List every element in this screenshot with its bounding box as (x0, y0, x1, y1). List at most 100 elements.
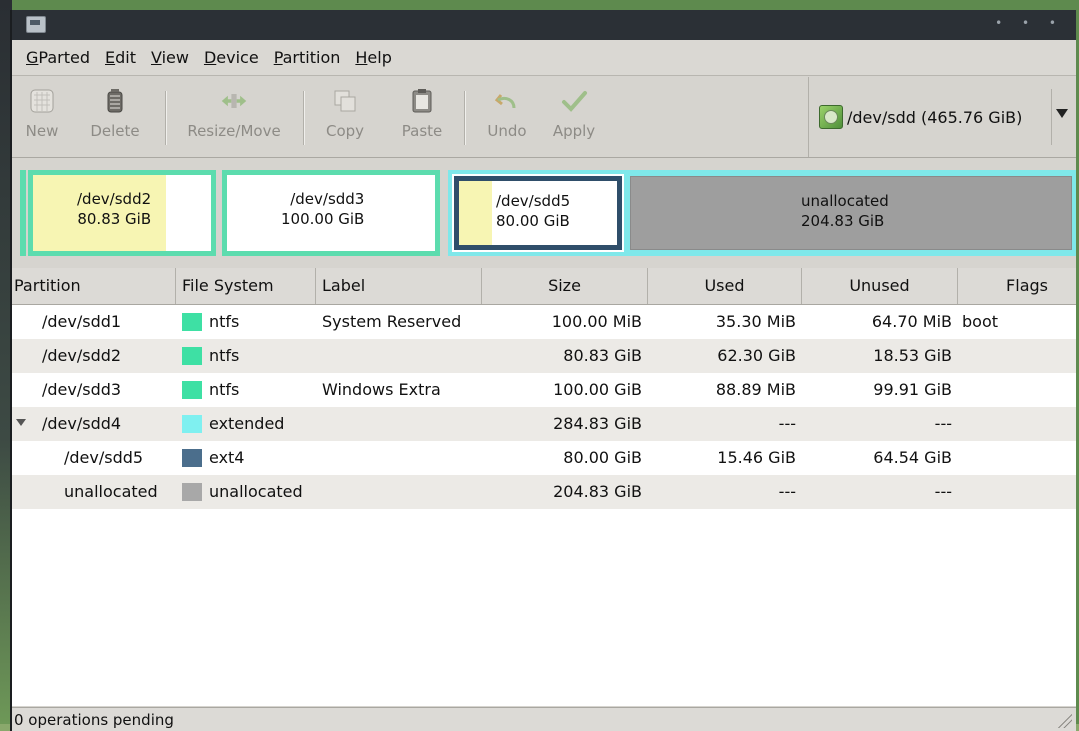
menu-view[interactable]: View (151, 48, 189, 67)
partition-block-label: /dev/sdd2 80.83 GiB (77, 190, 152, 228)
cell-unused: 64.54 GiB (873, 448, 952, 467)
gparted-window: • • • GParted Edit View Device Partition… (10, 10, 1076, 731)
cell-label: Windows Extra (322, 380, 441, 399)
table-row[interactable]: /dev/sdd5 ext4 80.00 GiB 15.46 GiB 64.54… (12, 441, 1076, 475)
table-row[interactable]: /dev/sdd2 ntfs 80.83 GiB 62.30 GiB 18.53… (12, 339, 1076, 373)
cell-partition: /dev/sdd5 (64, 448, 144, 467)
column-header-flags[interactable]: Flags (958, 268, 1076, 304)
cell-used: 15.46 GiB (717, 448, 796, 467)
filesystem-color-swatch (182, 415, 202, 433)
partition-block-sdd1[interactable] (20, 170, 26, 256)
cell-partition: /dev/sdd1 (42, 312, 122, 331)
new-partition-icon (28, 87, 56, 115)
cell-filesystem: extended (209, 414, 285, 433)
toolbar-separator (165, 91, 167, 145)
undo-icon (493, 87, 521, 115)
table-row[interactable]: /dev/sdd4 extended 284.83 GiB --- --- (12, 407, 1076, 441)
filesystem-color-swatch (182, 449, 202, 467)
cell-size: 284.83 GiB (553, 414, 642, 433)
cell-filesystem: ntfs (209, 380, 240, 399)
menubar: GParted Edit View Device Partition Help (12, 40, 1076, 76)
status-bar: 0 operations pending (12, 707, 1076, 731)
partition-block-sdd5[interactable]: /dev/sdd5 80.00 GiB (452, 174, 624, 252)
device-label: /dev/sdd (465.76 GiB) (847, 107, 1023, 127)
table-row[interactable]: /dev/sdd3 ntfs Windows Extra 100.00 GiB … (12, 373, 1076, 407)
new-button[interactable]: New (18, 83, 66, 153)
title-bar[interactable]: • • • (12, 10, 1076, 40)
cell-size: 100.00 GiB (553, 380, 642, 399)
partition-block-unallocated[interactable]: unallocated 204.83 GiB (630, 176, 1072, 250)
cell-unused: 64.70 MiB (871, 312, 952, 331)
device-selector[interactable]: /dev/sdd (465.76 GiB) (808, 77, 1076, 157)
partition-table: Partition File System Label Size Used Un… (12, 268, 1076, 706)
filesystem-color-swatch (182, 313, 202, 331)
partition-block-sdd2[interactable]: /dev/sdd2 80.83 GiB (28, 170, 216, 256)
chevron-down-icon[interactable] (1056, 109, 1068, 118)
apply-button[interactable]: Apply (542, 83, 606, 153)
window-controls-icon[interactable]: • • • (995, 16, 1064, 30)
paste-button[interactable]: Paste (390, 83, 454, 153)
menu-device[interactable]: Device (204, 48, 259, 67)
column-header-filesystem[interactable]: File System (176, 268, 316, 304)
table-row[interactable]: unallocated unallocated 204.83 GiB --- -… (12, 475, 1076, 509)
resize-grip-icon[interactable] (1056, 712, 1072, 728)
partition-block-label: /dev/sdd3 100.00 GiB (281, 190, 365, 228)
cell-filesystem: ntfs (209, 346, 240, 365)
table-header: Partition File System Label Size Used Un… (12, 268, 1076, 305)
cell-unused: --- (934, 414, 952, 433)
usage-bar (459, 181, 492, 245)
menu-edit[interactable]: Edit (105, 48, 136, 67)
cell-size: 80.00 GiB (563, 448, 642, 467)
cell-size: 80.83 GiB (563, 346, 642, 365)
filesystem-color-swatch (182, 483, 202, 501)
paste-icon (408, 87, 436, 115)
filesystem-color-swatch (182, 381, 202, 399)
cell-size: 204.83 GiB (553, 482, 642, 501)
column-header-partition[interactable]: Partition (12, 268, 176, 304)
cell-used: 35.30 MiB (715, 312, 796, 331)
copy-button[interactable]: Copy (314, 83, 376, 153)
toolbar-separator (303, 91, 305, 145)
column-header-unused[interactable]: Unused (802, 268, 958, 304)
resize-move-icon (220, 87, 248, 115)
app-icon[interactable] (26, 16, 46, 33)
partition-block-sdd3[interactable]: /dev/sdd3 100.00 GiB (222, 170, 440, 256)
checkmark-icon (560, 87, 588, 115)
partition-map: /dev/sdd2 80.83 GiB /dev/sdd3 100.00 GiB /… (12, 158, 1076, 266)
cell-partition: /dev/sdd3 (42, 380, 122, 399)
cell-unused: 99.91 GiB (873, 380, 952, 399)
cell-partition: /dev/sdd2 (42, 346, 122, 365)
table-row[interactable]: /dev/sdd1 ntfs System Reserved 100.00 Mi… (12, 305, 1076, 339)
menu-partition[interactable]: Partition (274, 48, 341, 67)
partition-block-sdd4-extended[interactable]: /dev/sdd5 80.00 GiB unallocated 204.83 GiB (448, 170, 1076, 256)
menu-gparted[interactable]: GParted (26, 48, 90, 67)
column-header-used[interactable]: Used (648, 268, 802, 304)
cell-filesystem: unallocated (209, 482, 303, 501)
cell-used: 62.30 GiB (717, 346, 796, 365)
cell-used: --- (778, 414, 796, 433)
cell-partition: /dev/sdd4 (42, 414, 122, 433)
cell-partition: unallocated (64, 482, 158, 501)
delete-button[interactable]: Delete (72, 83, 158, 153)
cell-flags: boot (962, 312, 999, 331)
cell-used: 88.89 MiB (715, 380, 796, 399)
status-text: 0 operations pending (14, 711, 174, 729)
hard-drive-icon (819, 105, 843, 129)
device-selector-separator (1051, 89, 1052, 145)
cell-size: 100.00 MiB (551, 312, 642, 331)
undo-button[interactable]: Undo (478, 83, 536, 153)
column-header-size[interactable]: Size (482, 268, 648, 304)
cell-filesystem: ext4 (209, 448, 245, 467)
cell-filesystem: ntfs (209, 312, 240, 331)
cell-unused: 18.53 GiB (873, 346, 952, 365)
partition-block-label: unallocated 204.83 GiB (801, 192, 889, 230)
partition-block-label: /dev/sdd5 80.00 GiB (496, 192, 571, 230)
column-header-label[interactable]: Label (316, 268, 482, 304)
trash-icon (101, 87, 129, 115)
collapse-triangle-icon[interactable] (16, 419, 26, 426)
toolbar-separator (464, 91, 466, 145)
resize-move-button[interactable]: Resize/Move (172, 83, 296, 153)
cell-unused: --- (934, 482, 952, 501)
menu-help[interactable]: Help (355, 48, 391, 67)
toolbar: New Delete Resize/Move Copy Paste Undo A… (12, 77, 1076, 158)
